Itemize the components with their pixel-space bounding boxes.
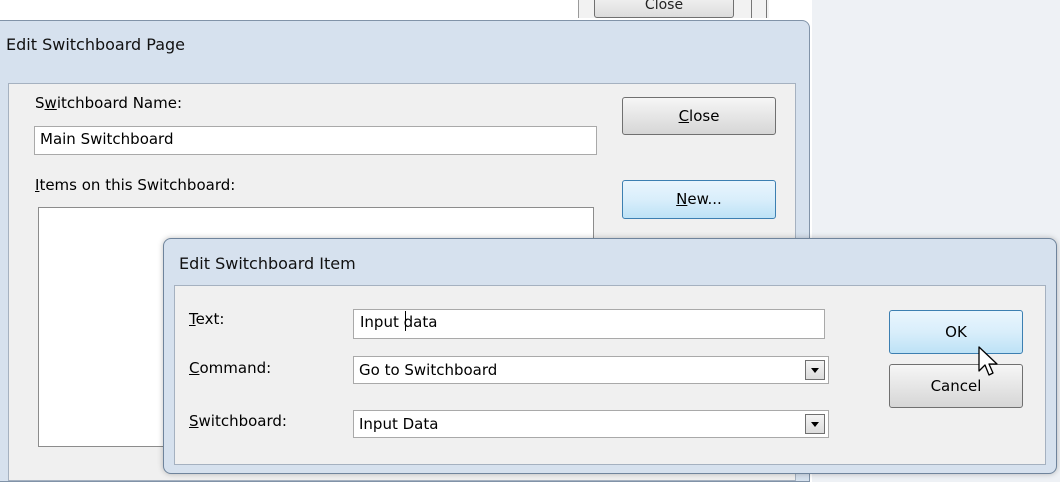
switchboard-name-label: Switchboard Name:: [35, 94, 183, 112]
command-value: Go to Switchboard: [359, 361, 498, 379]
switchboard-label: Switchboard:: [189, 412, 287, 430]
chevron-down-icon[interactable]: [805, 360, 825, 380]
background-divider: [766, 0, 767, 18]
switchboard-value: Input Data: [359, 415, 439, 433]
new-button[interactable]: New...: [622, 180, 776, 219]
text-input[interactable]: Input data: [353, 309, 825, 339]
chevron-down-icon[interactable]: [805, 414, 825, 434]
text-cursor-icon: [405, 311, 406, 331]
close-button[interactable]: Close: [622, 97, 776, 135]
switchboard-name-input[interactable]: Main Switchboard: [34, 126, 597, 155]
background-divider: [751, 0, 752, 18]
cancel-button[interactable]: Cancel: [889, 364, 1023, 408]
items-on-switchboard-label: Items on this Switchboard:: [35, 176, 236, 194]
dialog-title: Edit Switchboard Item: [179, 254, 356, 273]
switchboard-select[interactable]: Input Data: [353, 410, 829, 438]
text-label: Text:: [189, 310, 225, 328]
dialog-title: Edit Switchboard Page: [6, 35, 185, 54]
command-select[interactable]: Go to Switchboard: [353, 356, 829, 384]
mouse-pointer-icon: [978, 346, 998, 376]
background-close-button[interactable]: Close: [594, 0, 734, 18]
ok-button[interactable]: OK: [889, 310, 1023, 354]
command-label: Command:: [189, 359, 272, 377]
